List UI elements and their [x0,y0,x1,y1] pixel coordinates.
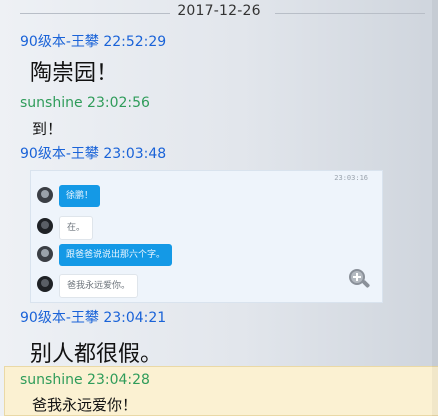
chat-message[interactable]: sunshine 23:02:56 到！ [0,92,438,142]
image-bubble: 徐鹏！ [59,185,101,207]
image-bubble: 爸我永远爱你。 [59,274,139,298]
image-timestamp: 23:03:16 [334,174,368,182]
message-sender-time: 90级本-王攀 22:52:29 [20,34,167,50]
scrollbar-track[interactable] [432,0,438,416]
avatar [37,218,53,234]
message-text: 陶崇园！ [30,61,119,86]
zoom-in-icon[interactable] [346,266,372,292]
message-text: 别人都很假。 [30,342,163,367]
message-text: 爸我永远爱你！ [32,396,138,414]
message-sender-time: 90级本-王攀 23:03:48 [20,146,167,162]
chat-message[interactable]: 90级本-王攀 23:04:21 别人都很假。 [0,305,438,367]
message-sender-time: sunshine 23:04:28 [20,372,150,388]
date-divider: 2017-12-26 [0,0,438,26]
chat-message[interactable]: 90级本-王攀 22:52:29 陶崇园！ [0,30,438,94]
message-text: 到！ [32,120,63,138]
divider-line-right [275,13,425,14]
chat-message-highlighted[interactable]: sunshine 23:04:28 爸我永远爱你！ [4,366,438,416]
avatar [37,276,53,292]
message-sender-time: 90级本-王攀 23:04:21 [20,310,167,326]
message-image[interactable]: 23:03:16 徐鹏！ 在。 跟爸爸说说出那六个字。 爸我永远爱你。 [30,170,383,303]
image-bubble: 在。 [59,216,94,240]
message-sender-time: sunshine 23:02:56 [20,95,150,111]
date-label: 2017-12-26 [177,3,261,19]
avatar [37,246,53,262]
image-bubble: 跟爸爸说说出那六个字。 [59,244,173,266]
chat-message-image[interactable]: 90级本-王攀 23:03:48 23:03:16 徐鹏！ 在。 跟爸爸说说出那… [0,145,438,305]
avatar [37,187,53,203]
